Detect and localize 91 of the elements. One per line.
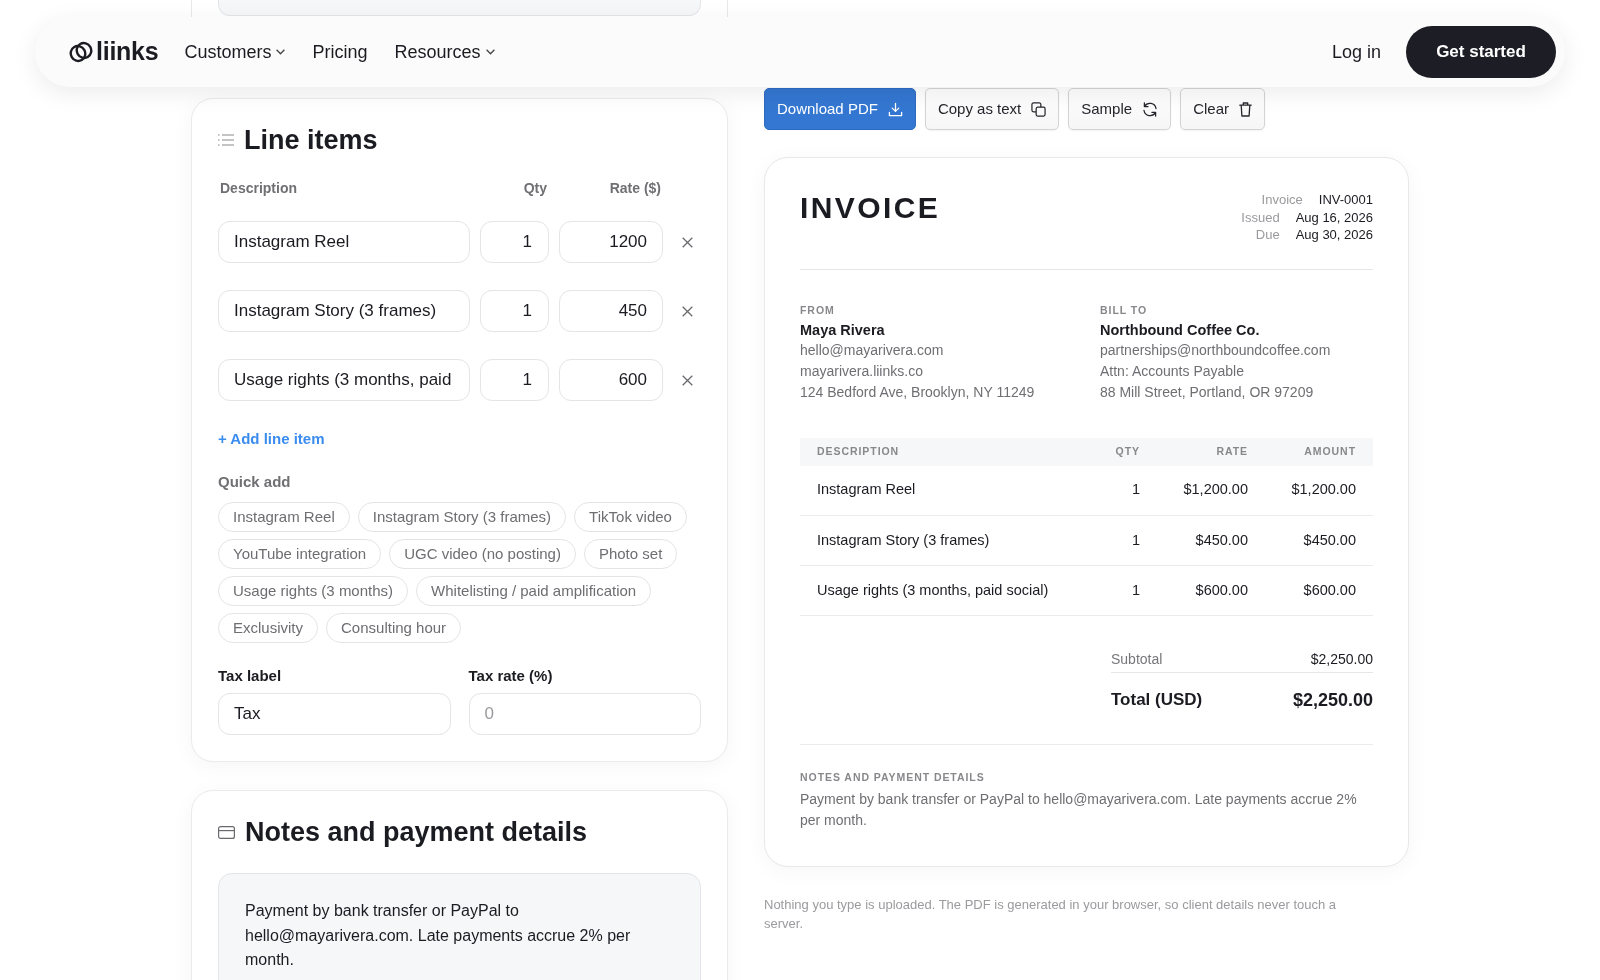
- description-input[interactable]: Usage rights (3 months, paid: [218, 359, 470, 401]
- column-header: AMOUNT: [1248, 437, 1373, 466]
- download-icon: [887, 101, 903, 117]
- sample-button[interactable]: Sample: [1068, 88, 1172, 130]
- download-pdf-button[interactable]: Download PDF: [764, 88, 916, 130]
- quick-add-chip[interactable]: Instagram Reel: [218, 502, 350, 532]
- quick-add-chip[interactable]: TikTok video: [574, 502, 687, 532]
- notes-text: Payment by bank transfer or PayPal to hello@mayarivera.com. Late payments accrue 2% per month.: [800, 790, 1358, 830]
- description-input[interactable]: Instagram Story (3 frames): [218, 290, 470, 332]
- meta-value: INV-0001: [1318, 191, 1373, 209]
- logo[interactable]: liinks: [69, 33, 159, 71]
- quantity-input[interactable]: 1: [480, 290, 549, 332]
- list-icon: [218, 134, 234, 146]
- meta-value: Aug 30, 2026: [1295, 226, 1373, 244]
- column-header: RATE: [1140, 437, 1248, 466]
- nav-link[interactable]: Resources: [394, 38, 495, 66]
- quick-add-chip[interactable]: Whitelisting / paid amplification: [416, 576, 652, 606]
- quick-add-chip[interactable]: Consulting hour: [326, 613, 462, 643]
- party-name: Maya Rivera: [800, 320, 885, 340]
- table-cell: Instagram Story (3 frames): [800, 515, 1100, 566]
- x-icon[interactable]: [682, 236, 693, 248]
- column-header: QTY: [1100, 437, 1140, 466]
- quick-add-chip[interactable]: Usage rights (3 months): [218, 576, 409, 606]
- login-link[interactable]: Log in: [1331, 38, 1381, 66]
- party-name: Northbound Coffee Co.: [1100, 320, 1260, 340]
- tax-rate-input[interactable]: 0: [468, 693, 701, 735]
- copy-as-text-button[interactable]: Copy as text: [924, 88, 1060, 130]
- notes-textarea[interactable]: Payment by bank transfer or PayPal to hello@mayarivera.com. Late payments accrue 2% per month.: [218, 873, 701, 980]
- quick-add-chip[interactable]: YouTube integration: [218, 539, 382, 569]
- x-icon[interactable]: [682, 374, 693, 386]
- column-header: Description: [220, 179, 297, 197]
- table-cell: $1,200.00: [1248, 465, 1373, 516]
- subtotal-value: $2,250.00: [1310, 650, 1373, 669]
- nav-link[interactable]: Pricing: [312, 38, 368, 66]
- meta-label: Due: [1255, 226, 1280, 244]
- party-detail: 124 Bedford Ave, Brooklyn, NY 11249: [800, 382, 1035, 402]
- invoice-title: INVOICE: [800, 191, 941, 225]
- quick-add-label: Quick add: [218, 473, 291, 491]
- get-started-button[interactable]: Get started: [1406, 26, 1556, 78]
- copy-icon: [1031, 101, 1047, 117]
- total-label: Total (USD): [1111, 689, 1203, 711]
- party-detail: hello@mayarivera.com: [800, 340, 944, 360]
- table-cell: Instagram Reel: [800, 465, 1100, 516]
- refresh-icon: [1142, 101, 1159, 117]
- table-cell: 1: [1100, 515, 1140, 566]
- privacy-note: Nothing you type is uploaded. The PDF is generated in your browser, so client details never touch a server.: [764, 896, 1338, 933]
- meta-value: Aug 16, 2026: [1295, 208, 1373, 226]
- meta-label: Issued: [1241, 208, 1280, 226]
- table-cell: $450.00: [1140, 515, 1248, 566]
- section-title: Line items: [244, 125, 378, 155]
- column-header: DESCRIPTION: [800, 437, 1100, 466]
- rings-logo-icon: [69, 41, 93, 63]
- field-label: Tax rate (%): [468, 667, 553, 685]
- text-area-field[interactable]: [218, 0, 701, 16]
- table-cell: 1: [1100, 465, 1140, 516]
- rate-input[interactable]: 450: [559, 290, 663, 332]
- rate-input[interactable]: 600: [559, 359, 663, 401]
- notes-label: NOTES AND PAYMENT DETAILS: [800, 771, 985, 783]
- description-input[interactable]: Instagram Reel: [218, 221, 470, 263]
- table-cell: Usage rights (3 months, paid social): [800, 565, 1100, 616]
- nav-link[interactable]: Customers: [184, 38, 286, 66]
- party-detail: 88 Mill Street, Portland, OR 97209: [1100, 382, 1314, 402]
- quantity-input[interactable]: 1: [480, 221, 549, 263]
- quick-add-chip[interactable]: UGC video (no posting): [389, 539, 576, 569]
- party-detail: Attn: Accounts Payable: [1100, 361, 1244, 381]
- section-title: Notes and payment details: [245, 817, 588, 847]
- quick-add-chip[interactable]: Exclusivity: [218, 613, 318, 643]
- table-cell: $1,200.00: [1140, 465, 1248, 516]
- rate-input[interactable]: 1200: [559, 221, 663, 263]
- party-label: FROM: [800, 303, 835, 316]
- party-label: BILL TO: [1100, 303, 1148, 316]
- column-header: Rate ($): [609, 179, 661, 197]
- table-cell: $450.00: [1248, 515, 1373, 566]
- table-cell: $600.00: [1140, 565, 1248, 616]
- meta-label: Invoice: [1261, 191, 1303, 209]
- field-label: Tax label: [218, 667, 282, 685]
- quick-add-chip[interactable]: Photo set: [583, 539, 678, 569]
- card-icon: [218, 825, 235, 839]
- x-icon[interactable]: [682, 305, 693, 317]
- clear-button[interactable]: Clear: [1180, 88, 1265, 130]
- table-cell: 1: [1100, 565, 1140, 616]
- subtotal-label: Subtotal: [1111, 650, 1163, 669]
- party-detail: partnerships@northboundcoffee.com: [1100, 340, 1331, 360]
- quantity-input[interactable]: 1: [480, 359, 549, 401]
- column-header: Qty: [523, 179, 547, 197]
- trash-icon: [1239, 101, 1252, 117]
- party-detail: mayarivera.liinks.co: [800, 361, 923, 381]
- quick-add-chip[interactable]: Instagram Story (3 frames): [357, 502, 567, 532]
- tax-label-input[interactable]: Tax: [218, 693, 451, 735]
- total-value: $2,250.00: [1292, 689, 1373, 712]
- table-cell: $600.00: [1248, 565, 1373, 616]
